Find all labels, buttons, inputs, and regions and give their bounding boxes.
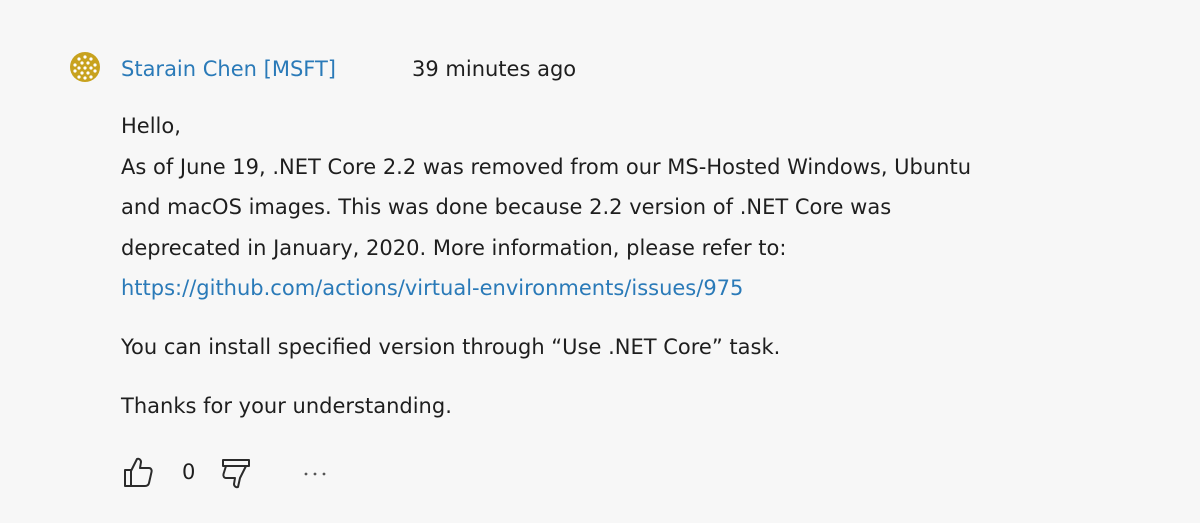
comment-paragraph-2: You can install specified version throug… (121, 334, 781, 359)
more-options-icon[interactable] (301, 457, 331, 485)
comment-greeting: Hello, (121, 114, 181, 138)
reference-link[interactable]: https://github.com/actions/virtual-envir… (121, 276, 743, 300)
comment-card: Starain Chen [MSFT] 39 minutes ago Hello… (0, 0, 1200, 523)
comment-timestamp: 39 minutes ago (412, 57, 577, 81)
comment-paragraph-3: Thanks for your understanding. (121, 394, 452, 418)
thumbs-up-icon[interactable] (121, 455, 155, 489)
avatar[interactable] (70, 52, 100, 82)
comment-text-line: deprecated in January, 2020. More inform… (121, 235, 787, 260)
comment-actions: 0 (121, 455, 421, 491)
comment-body: Hello, As of June 19, .NET Core 2.2 was … (121, 106, 1171, 427)
comment-link-line: https://github.com/actions/virtual-envir… (121, 268, 1171, 309)
author-link[interactable]: Starain Chen [MSFT] (121, 55, 336, 83)
thumbs-down-icon[interactable] (219, 457, 253, 491)
comment-text-line: and macOS images. This was done because … (121, 195, 892, 219)
comment-text-line: As of June 19, .NET Core 2.2 was removed… (121, 154, 972, 179)
comment-paragraph-1: Hello, As of June 19, .NET Core 2.2 was … (121, 106, 1171, 309)
vote-count: 0 (182, 460, 196, 484)
